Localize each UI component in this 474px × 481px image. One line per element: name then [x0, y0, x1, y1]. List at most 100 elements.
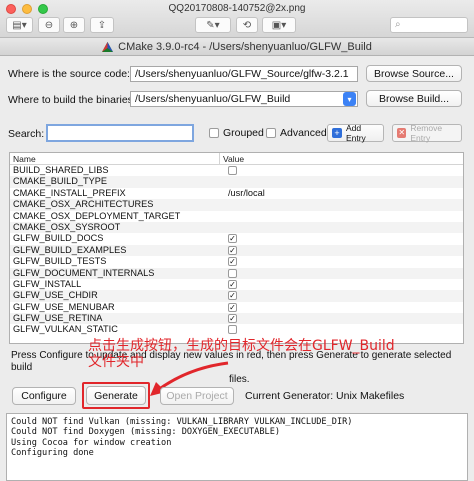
build-path-value: /Users/shenyuanluo/GLFW_Build	[135, 93, 291, 105]
cell-name: GLFW_USE_CHDIR	[13, 290, 98, 301]
cell-name: CMAKE_OSX_ARCHITECTURES	[13, 199, 154, 210]
browse-source-button[interactable]: Browse Source...	[366, 65, 462, 82]
table-row[interactable]: GLFW_BUILD_TESTS ✓	[10, 256, 463, 267]
cell-value[interactable]: ✓	[220, 313, 463, 324]
add-entry-button[interactable]: + Add Entry	[327, 123, 384, 143]
search-input[interactable]	[46, 124, 194, 142]
advanced-label: Advanced	[280, 127, 327, 139]
column-header-name[interactable]: Name	[10, 153, 220, 164]
cell-name: CMAKE_BUILD_TYPE	[13, 176, 107, 187]
cell-value[interactable]: /usr/local	[220, 188, 463, 199]
table-row[interactable]: GLFW_USE_CHDIR ✓	[10, 290, 463, 302]
table-row[interactable]: GLFW_USE_MENUBAR ✓	[10, 302, 463, 313]
cell-name: CMAKE_OSX_DEPLOYMENT_TARGET	[13, 210, 181, 221]
screenshot-root: { "preview": { "title": "QQ20170808-1407…	[0, 0, 474, 481]
chevron-down-icon[interactable]: ▾	[343, 92, 356, 106]
checked-checkbox[interactable]: ✓	[228, 234, 237, 244]
cell-name: GLFW_VULKAN_STATIC	[13, 324, 118, 335]
table-row[interactable]: GLFW_BUILD_DOCS ✓	[10, 233, 463, 244]
cell-value[interactable]	[220, 324, 463, 335]
log-line: Could NOT find Doxygen (missing: DOXYGEN…	[11, 427, 281, 438]
zoom-out-button[interactable]: ⊖	[38, 17, 60, 33]
markup-button[interactable]: ✎▾	[195, 17, 231, 33]
table-row[interactable]: CMAKE_OSX_ARCHITECTURES	[10, 199, 463, 211]
zoom-out-icon: ⊖	[44, 19, 54, 31]
window-title: CMake 3.9.0-rc4 - /Users/shenyuanluo/GLF…	[118, 40, 372, 53]
source-label: Where is the source code:	[8, 68, 130, 80]
table-row[interactable]: GLFW_INSTALL ✓	[10, 279, 463, 290]
sidebar-toggle-button[interactable]: ▤▾	[6, 17, 33, 33]
table-row[interactable]: GLFW_USE_RETINA ✓	[10, 313, 463, 325]
grouped-checkbox[interactable]	[209, 128, 219, 138]
cell-name: CMAKE_OSX_SYSROOT	[13, 221, 121, 232]
search-label: Search:	[8, 128, 45, 140]
share-button[interactable]: ⇪	[90, 17, 114, 33]
open-project-button[interactable]: Open Project	[160, 387, 234, 405]
table-row[interactable]: GLFW_BUILD_EXAMPLES ✓	[10, 244, 463, 257]
cell-value[interactable]: ✓	[220, 290, 463, 301]
table-header: Name Value	[10, 153, 463, 165]
checked-checkbox[interactable]: ✓	[228, 257, 237, 267]
table-row[interactable]: BUILD_SHARED_LIBS	[10, 165, 463, 176]
checked-checkbox[interactable]: ✓	[228, 279, 237, 289]
log-line: Using Cocoa for window creation	[11, 437, 172, 448]
zoom-in-icon: ⊕	[69, 19, 79, 31]
cell-name: GLFW_INSTALL	[13, 278, 82, 289]
table-row[interactable]: CMAKE_OSX_DEPLOYMENT_TARGET	[10, 211, 463, 222]
advanced-checkbox[interactable]	[266, 128, 276, 138]
unchecked-checkbox[interactable]	[228, 268, 237, 278]
table-row[interactable]: GLFW_DOCUMENT_INTERNALS	[10, 267, 463, 279]
table-row[interactable]: CMAKE_OSX_SYSROOT	[10, 221, 463, 234]
annotate-button[interactable]: ▣▾	[262, 17, 296, 33]
cmake-titlebar: CMake 3.9.0-rc4 - /Users/shenyuanluo/GLF…	[0, 38, 474, 56]
cmake-logo-icon	[102, 41, 114, 52]
cell-value[interactable]: ✓	[220, 245, 463, 256]
checked-checkbox[interactable]: ✓	[228, 291, 237, 301]
checked-checkbox[interactable]: ✓	[228, 245, 237, 255]
cell-value[interactable]	[220, 199, 463, 210]
preview-search-field[interactable]: ⌕	[390, 17, 468, 33]
preview-titlebar: QQ20170808-140752@2x.png ▤▾ ⊖ ⊕ ⇪ ✎▾ ⟲ ▣…	[0, 0, 474, 38]
zoom-in-button[interactable]: ⊕	[63, 17, 85, 33]
cache-table[interactable]: Name Value BUILD_SHARED_LIBS CMAKE_BUILD_…	[9, 152, 464, 344]
log-line: Could NOT find Vulkan (missing: VULKAN_L…	[11, 417, 353, 427]
rotate-button[interactable]: ⟲	[236, 17, 258, 33]
table-row[interactable]: CMAKE_INSTALL_PREFIX/usr/local	[10, 188, 463, 199]
briefcase-icon: ▣▾	[271, 19, 287, 31]
configure-button[interactable]: Configure	[12, 387, 76, 405]
share-icon: ⇪	[97, 19, 107, 31]
browse-build-button[interactable]: Browse Build...	[366, 90, 462, 107]
source-path-field[interactable]: /Users/shenyuanluo/GLFW_Source/glfw-3.2.…	[130, 66, 358, 82]
unchecked-checkbox[interactable]	[228, 166, 237, 175]
table-row[interactable]: GLFW_VULKAN_STATIC	[10, 324, 463, 335]
remove-entry-label: Remove Entry	[410, 123, 443, 143]
cell-name: GLFW_USE_MENUBAR	[13, 301, 115, 312]
cell-value[interactable]: ✓	[220, 256, 463, 267]
build-label: Where to build the binaries:	[8, 94, 136, 106]
cell-value[interactable]: ✓	[220, 302, 463, 313]
cell-value[interactable]	[220, 211, 463, 222]
table-row[interactable]: CMAKE_BUILD_TYPE	[10, 176, 463, 188]
cell-value[interactable]: ✓	[220, 279, 463, 290]
table-body: BUILD_SHARED_LIBS CMAKE_BUILD_TYPE CMAKE_I…	[10, 165, 463, 336]
cell-value[interactable]: ✓	[220, 233, 463, 244]
search-icon: ⌕	[395, 19, 401, 30]
unchecked-checkbox[interactable]	[228, 325, 237, 335]
cell-name: GLFW_BUILD_TESTS	[13, 256, 107, 267]
add-entry-label: Add Entry	[345, 123, 366, 143]
checked-checkbox[interactable]: ✓	[228, 302, 237, 312]
checked-checkbox[interactable]: ✓	[228, 314, 237, 324]
output-log[interactable]: Could NOT find Vulkan (missing: VULKAN_L…	[6, 413, 468, 481]
cell-value[interactable]	[220, 165, 463, 176]
column-header-value[interactable]: Value	[220, 153, 463, 164]
generate-button[interactable]: Generate	[86, 386, 146, 405]
remove-entry-button[interactable]: ✕ Remove Entry	[392, 123, 462, 143]
annotation-line-2: 文件夹中	[88, 354, 144, 370]
cell-value[interactable]	[220, 222, 463, 233]
grouped-label: Grouped	[223, 127, 264, 139]
log-line: Configuring done	[11, 448, 94, 459]
cell-name: BUILD_SHARED_LIBS	[13, 165, 109, 175]
build-path-combo[interactable]: /Users/shenyuanluo/GLFW_Build	[130, 91, 358, 107]
cell-value[interactable]	[220, 176, 463, 187]
cell-value[interactable]	[220, 268, 463, 279]
